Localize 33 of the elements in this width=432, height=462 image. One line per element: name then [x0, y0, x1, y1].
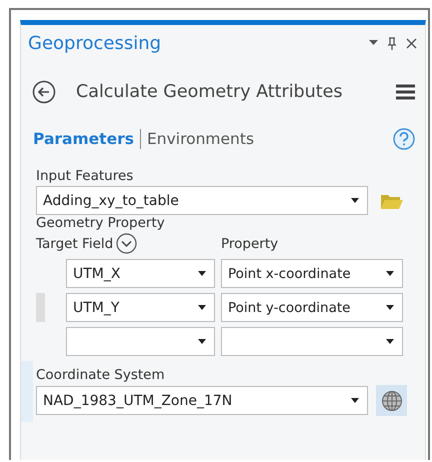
caret-icon	[198, 271, 206, 276]
dropdown-icon[interactable]	[369, 40, 378, 46]
target-field-dropdown[interactable]: UTM_X	[66, 259, 215, 288]
caret-icon	[351, 198, 359, 203]
field-label: Coordinate System	[36, 367, 166, 383]
menu-icon[interactable]	[396, 84, 415, 100]
caret-icon	[351, 398, 359, 403]
pin-icon[interactable]	[387, 36, 397, 50]
caret-icon	[198, 305, 206, 310]
field-label: Geometry Property	[36, 215, 166, 231]
target-field-dropdown[interactable]: UTM_Y	[66, 293, 215, 322]
pane-title: Geoprocessing	[28, 32, 162, 54]
input-features-dropdown[interactable]: Adding_xy_to_table	[36, 186, 368, 215]
caret-icon	[198, 339, 206, 344]
caret-icon	[386, 339, 394, 344]
tab[interactable]: Environments	[146, 130, 254, 148]
tab[interactable]: Parameters	[33, 130, 134, 148]
row-handle[interactable]	[36, 293, 45, 322]
column-header: Property	[221, 236, 278, 252]
chevron-down-icon[interactable]	[116, 233, 138, 254]
back-icon[interactable]	[32, 80, 56, 104]
caret-icon	[386, 271, 394, 276]
column-header: Target Field	[36, 236, 114, 252]
target-field-dropdown[interactable]	[66, 327, 215, 356]
property-dropdown[interactable]: Point y-coordinate	[221, 293, 403, 322]
field-label: Input Features	[36, 168, 134, 184]
help-icon[interactable]	[393, 128, 415, 150]
property-dropdown[interactable]: Point x-coordinate	[221, 259, 403, 288]
coordinate-system-dropdown[interactable]: NAD_1983_UTM_Zone_17N	[36, 386, 368, 415]
globe-button[interactable]	[376, 385, 407, 416]
caret-icon	[386, 305, 394, 310]
close-icon[interactable]	[406, 38, 417, 48]
tool-title: Calculate Geometry Attributes	[76, 82, 344, 102]
